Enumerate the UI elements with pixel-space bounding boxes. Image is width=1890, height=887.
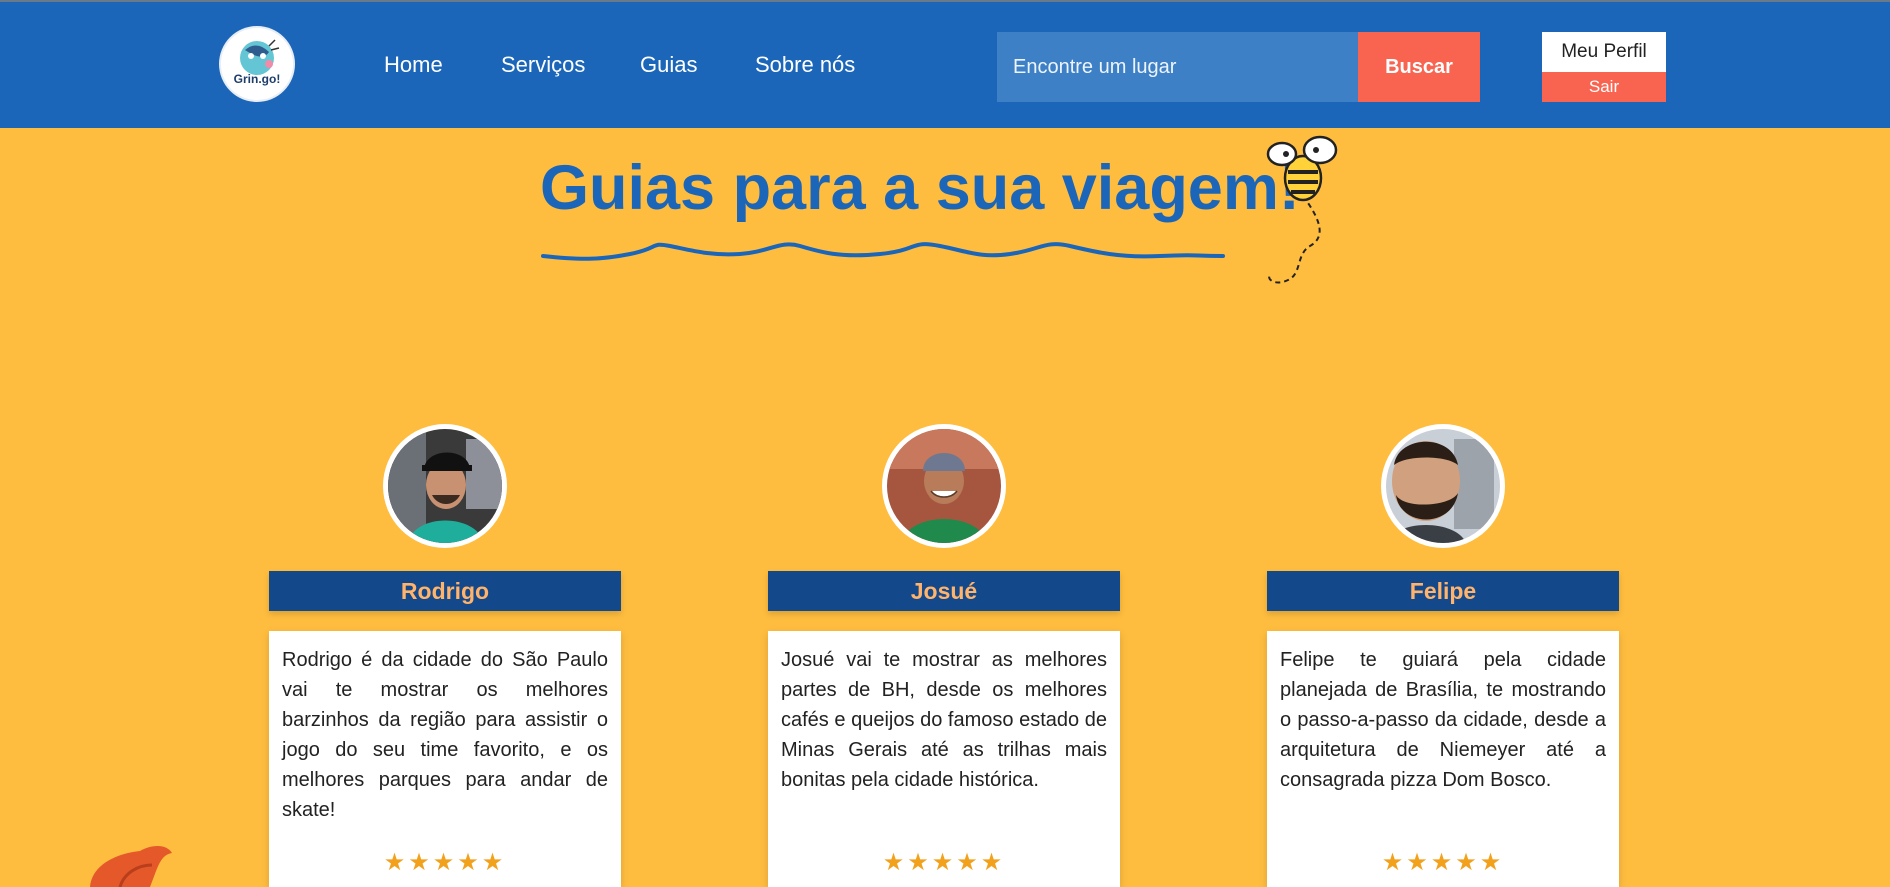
search-button[interactable]: Buscar xyxy=(1358,32,1480,102)
guide-photo xyxy=(388,429,502,543)
grin-go-logo-icon[interactable]: Grin.go! xyxy=(221,28,293,100)
title-underline-wave xyxy=(541,242,1225,261)
mascot-hair-decoration xyxy=(90,846,172,887)
avatar xyxy=(882,424,1006,548)
nav-sobre-nos[interactable]: Sobre nós xyxy=(755,52,855,78)
star-rating: ★★★★★ xyxy=(1381,849,1505,876)
avatar xyxy=(1381,424,1505,548)
page-title: Guias para a sua viagem! xyxy=(540,153,1300,223)
logo-text: Grin.go! xyxy=(233,72,281,86)
avatar xyxy=(383,424,507,548)
nav-servicos[interactable]: Serviços xyxy=(501,52,585,78)
guide-photo xyxy=(887,429,1001,543)
nav-guias[interactable]: Guias xyxy=(640,52,697,78)
nav-home[interactable]: Home xyxy=(384,52,443,78)
site-header: Grin.go! Home Serviços Guias Sobre nós B… xyxy=(0,2,1890,128)
guide-name: Felipe xyxy=(1267,571,1619,611)
guide-name: Rodrigo xyxy=(269,571,621,611)
guide-name: Josué xyxy=(768,571,1120,611)
guide-photo xyxy=(1386,429,1500,543)
logout-button[interactable]: Sair xyxy=(1542,72,1666,102)
search-input[interactable] xyxy=(997,32,1359,102)
star-rating: ★★★★★ xyxy=(882,849,1006,876)
profile-box: Meu Perfil Sair xyxy=(1542,32,1666,102)
profile-button[interactable]: Meu Perfil xyxy=(1542,32,1666,72)
bee-icon xyxy=(1266,135,1338,284)
star-rating: ★★★★★ xyxy=(383,849,507,876)
